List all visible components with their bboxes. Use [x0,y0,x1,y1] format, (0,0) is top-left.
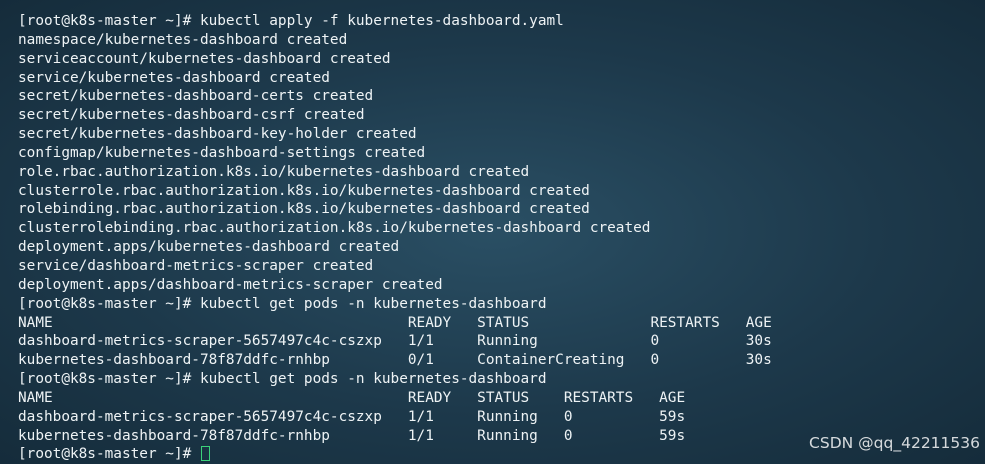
pods-table-row: dashboard-metrics-scraper-5657497c4c-csz… [18,408,686,425]
pods-table-row: dashboard-metrics-scraper-5657497c4c-csz… [18,333,772,350]
terminal-line: [root@k8s-master ~]# kubectl apply -f ku… [18,13,564,29]
terminal-line: deployment.apps/dashboard-metrics-scrape… [18,276,443,293]
terminal-line: service/kubernetes-dashboard created [18,69,330,86]
terminal-line: service/dashboard-metrics-scraper create… [18,257,374,274]
terminal-line: rolebinding.rbac.authorization.k8s.io/ku… [18,201,590,218]
terminal-line: role.rbac.authorization.k8s.io/kubernete… [18,163,530,180]
terminal-line: deployment.apps/kubernetes-dashboard cre… [18,239,400,256]
terminal-cursor[interactable] [200,446,210,462]
watermark: CSDN @qq_42211536 [809,434,980,452]
terminal-line: secret/kubernetes-dashboard-key-holder c… [18,126,417,143]
pods-table-header: NAME READY STATUS RESTARTS AGE [18,389,686,406]
pods-table-row: kubernetes-dashboard-78f87ddfc-rnhbp 0/1… [18,352,772,369]
terminal-line: secret/kubernetes-dashboard-certs create… [18,88,374,105]
terminal-line: configmap/kubernetes-dashboard-settings … [18,144,426,161]
terminal-window[interactable]: [root@k8s-master ~]# kubectl apply -f ku… [0,0,985,463]
terminal-line: secret/kubernetes-dashboard-csrf created [18,107,365,124]
terminal-line: [root@k8s-master ~]# kubectl get pods -n… [18,371,547,388]
shell-prompt: [root@k8s-master ~]# [18,446,200,463]
pods-table-header: NAME READY STATUS RESTARTS AGE [18,314,772,331]
terminal-line: namespace/kubernetes-dashboard created [18,31,348,48]
terminal-line: serviceaccount/kubernetes-dashboard crea… [18,50,391,67]
terminal-line: [root@k8s-master ~]# kubectl get pods -n… [18,295,547,312]
terminal-line: clusterrole.rbac.authorization.k8s.io/ku… [18,182,590,199]
terminal-line: clusterrolebinding.rbac.authorization.k8… [18,220,651,237]
